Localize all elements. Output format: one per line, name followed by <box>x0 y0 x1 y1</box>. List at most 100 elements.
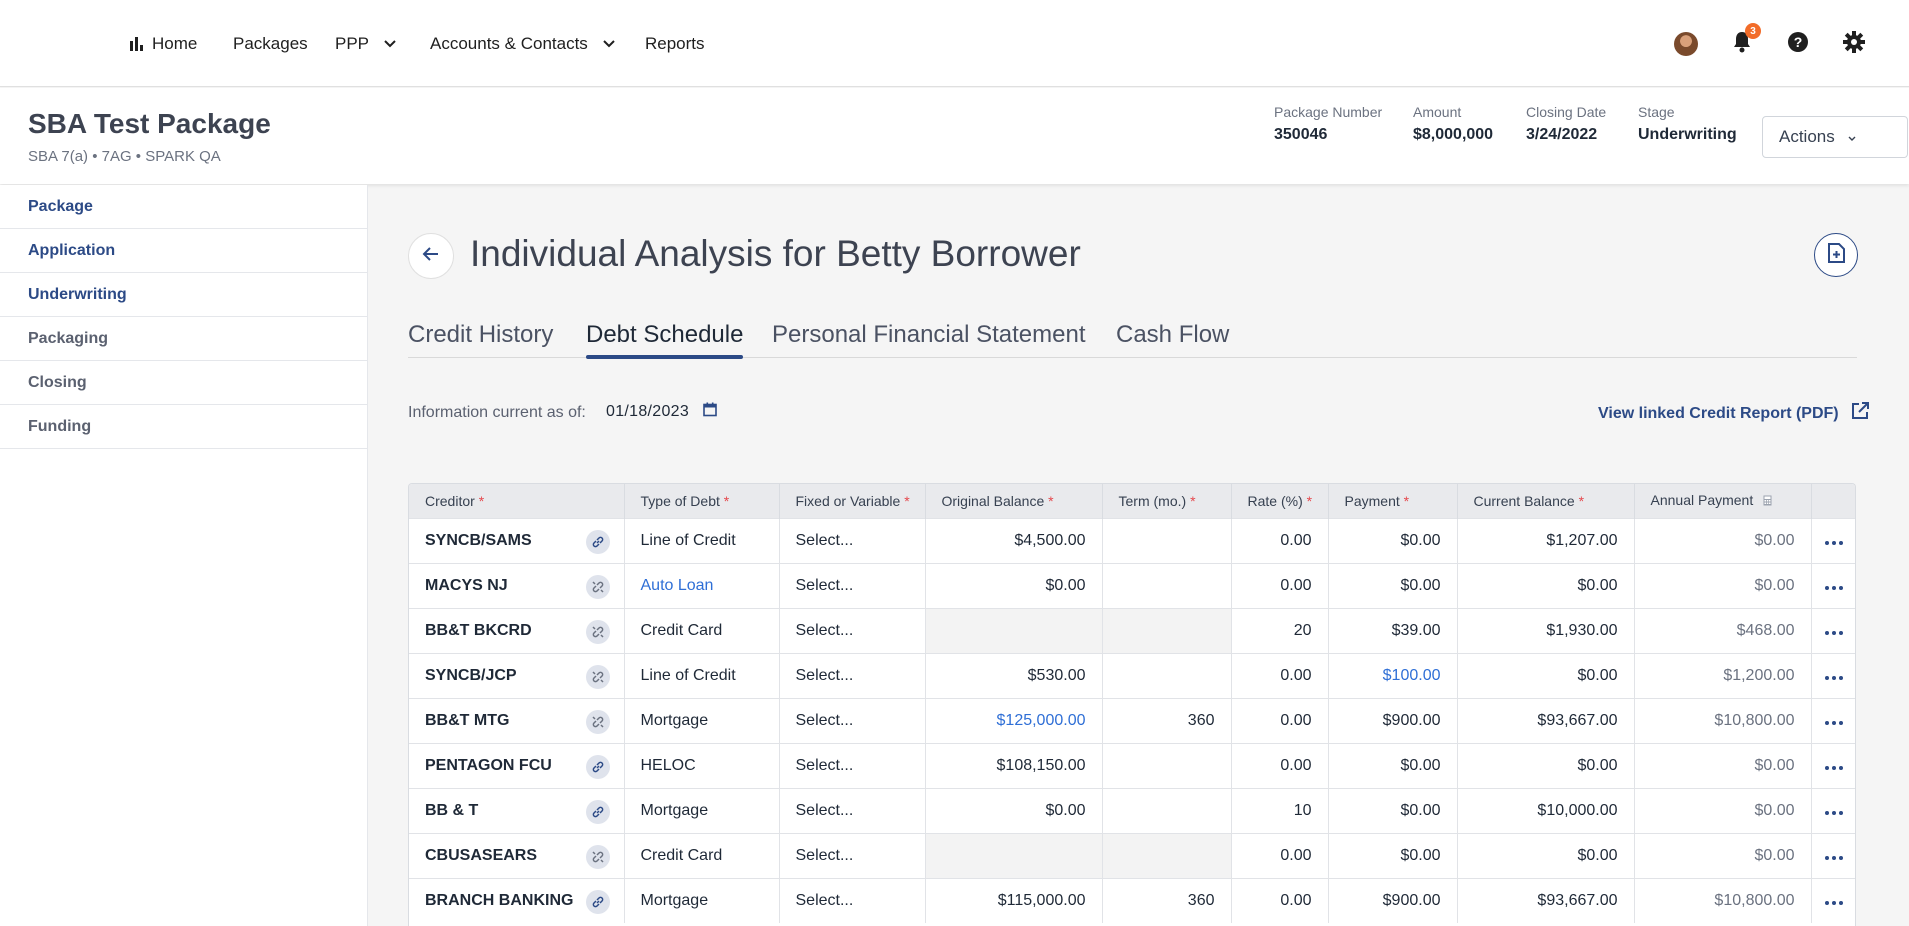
current-balance-cell[interactable]: $0.00 <box>1457 742 1635 788</box>
fixed-variable-select[interactable]: Select... <box>779 652 926 698</box>
creditor-cell[interactable]: CBUSASEARS <box>409 832 625 878</box>
fixed-variable-select[interactable]: Select... <box>779 562 926 608</box>
original-balance-cell[interactable]: $0.00 <box>925 562 1103 608</box>
term-cell[interactable] <box>1102 517 1232 563</box>
sidebar-item-packaging[interactable]: Packaging <box>0 317 367 361</box>
term-cell[interactable]: 360 <box>1102 877 1232 923</box>
unlink-icon[interactable] <box>585 709 610 734</box>
header-fixed-or-variable[interactable]: Fixed or Variable * <box>779 484 926 518</box>
nav-accounts-contacts[interactable]: Accounts & Contacts <box>430 33 616 55</box>
payment-cell[interactable]: $0.00 <box>1328 562 1458 608</box>
row-menu-button[interactable] <box>1811 607 1855 653</box>
sidebar-item-underwriting[interactable]: Underwriting <box>0 273 367 317</box>
back-button[interactable] <box>408 233 454 279</box>
unlink-icon[interactable] <box>585 574 610 599</box>
current-balance-cell[interactable]: $0.00 <box>1457 832 1635 878</box>
link-icon[interactable] <box>585 529 610 554</box>
rate-cell[interactable]: 0.00 <box>1231 652 1329 698</box>
payment-cell[interactable]: $900.00 <box>1328 877 1458 923</box>
term-cell[interactable] <box>1102 742 1232 788</box>
term-cell[interactable] <box>1102 562 1232 608</box>
term-cell[interactable]: 360 <box>1102 697 1232 743</box>
tab-credit-history[interactable]: Credit History <box>408 321 553 357</box>
current-balance-cell[interactable]: $0.00 <box>1457 562 1635 608</box>
row-menu-button[interactable] <box>1811 832 1855 878</box>
creditor-cell[interactable]: MACYS NJ <box>409 562 625 608</box>
nav-home[interactable]: Home <box>128 33 197 55</box>
creditor-cell[interactable]: BB&T BKCRD <box>409 607 625 653</box>
header-term[interactable]: Term (mo.) * <box>1102 484 1232 518</box>
header-payment[interactable]: Payment * <box>1328 484 1458 518</box>
user-avatar[interactable] <box>1673 31 1699 57</box>
rate-cell[interactable]: 20 <box>1231 607 1329 653</box>
current-balance-cell[interactable]: $0.00 <box>1457 652 1635 698</box>
rate-cell[interactable]: 0.00 <box>1231 832 1329 878</box>
type-of-debt-cell[interactable]: Line of Credit <box>624 652 780 698</box>
current-balance-cell[interactable]: $1,930.00 <box>1457 607 1635 653</box>
sidebar-item-closing[interactable]: Closing <box>0 361 367 405</box>
header-type-of-debt[interactable]: Type of Debt * <box>624 484 780 518</box>
creditor-cell[interactable]: SYNCB/JCP <box>409 652 625 698</box>
actions-button[interactable]: Actions <box>1762 116 1908 158</box>
creditor-cell[interactable]: BB&T MTG <box>409 697 625 743</box>
fixed-variable-select[interactable]: Select... <box>779 697 926 743</box>
row-menu-button[interactable] <box>1811 652 1855 698</box>
fixed-variable-select[interactable]: Select... <box>779 607 926 653</box>
rate-cell[interactable]: 0.00 <box>1231 742 1329 788</box>
link-icon[interactable] <box>585 889 610 914</box>
row-menu-button[interactable] <box>1811 517 1855 563</box>
type-of-debt-cell[interactable]: Auto Loan <box>624 562 780 608</box>
original-balance-cell[interactable]: $108,150.00 <box>925 742 1103 788</box>
row-menu-button[interactable] <box>1811 877 1855 923</box>
header-original-balance[interactable]: Original Balance * <box>925 484 1103 518</box>
link-icon[interactable] <box>585 754 610 779</box>
sidebar-item-funding[interactable]: Funding <box>0 405 367 449</box>
unlink-icon[interactable] <box>585 619 610 644</box>
type-of-debt-cell[interactable]: Mortgage <box>624 787 780 833</box>
payment-cell[interactable]: $0.00 <box>1328 787 1458 833</box>
current-balance-cell[interactable]: $10,000.00 <box>1457 787 1635 833</box>
info-date-field[interactable]: 01/18/2023 <box>606 402 717 422</box>
nav-packages[interactable]: Packages <box>233 33 308 55</box>
tab-cash-flow[interactable]: Cash Flow <box>1116 321 1229 357</box>
help-button[interactable]: ? <box>1785 31 1811 57</box>
header-rate[interactable]: Rate (%) * <box>1231 484 1329 518</box>
payment-cell[interactable]: $39.00 <box>1328 607 1458 653</box>
fixed-variable-select[interactable]: Select... <box>779 517 926 563</box>
original-balance-cell[interactable]: $0.00 <box>925 787 1103 833</box>
notifications-button[interactable]: 3 <box>1729 23 1761 57</box>
payment-cell[interactable]: $0.00 <box>1328 742 1458 788</box>
current-balance-cell[interactable]: $93,667.00 <box>1457 697 1635 743</box>
add-document-button[interactable] <box>1814 233 1858 277</box>
payment-cell[interactable]: $0.00 <box>1328 517 1458 563</box>
unlink-icon[interactable] <box>585 664 610 689</box>
row-menu-button[interactable] <box>1811 742 1855 788</box>
creditor-cell[interactable]: PENTAGON FCU <box>409 742 625 788</box>
original-balance-cell[interactable]: $115,000.00 <box>925 877 1103 923</box>
type-of-debt-cell[interactable]: HELOC <box>624 742 780 788</box>
type-of-debt-cell[interactable]: Mortgage <box>624 877 780 923</box>
fixed-variable-select[interactable]: Select... <box>779 877 926 923</box>
rate-cell[interactable]: 10 <box>1231 787 1329 833</box>
unlink-icon[interactable] <box>585 844 610 869</box>
sidebar-item-application[interactable]: Application <box>0 229 367 273</box>
creditor-cell[interactable]: BRANCH BANKING & TRUST <box>409 877 625 923</box>
fixed-variable-select[interactable]: Select... <box>779 832 926 878</box>
term-cell[interactable] <box>1102 787 1232 833</box>
payment-cell[interactable]: $100.00 <box>1328 652 1458 698</box>
rate-cell[interactable]: 0.00 <box>1231 517 1329 563</box>
fixed-variable-select[interactable]: Select... <box>779 787 926 833</box>
link-icon[interactable] <box>585 799 610 824</box>
creditor-cell[interactable]: SYNCB/SAMS <box>409 517 625 563</box>
term-cell[interactable] <box>1102 652 1232 698</box>
tab-debt-schedule[interactable]: Debt Schedule <box>586 321 744 359</box>
creditor-cell[interactable]: BB & T <box>409 787 625 833</box>
row-menu-button[interactable] <box>1811 697 1855 743</box>
nav-ppp[interactable]: PPP <box>335 33 397 55</box>
rate-cell[interactable]: 0.00 <box>1231 877 1329 923</box>
row-menu-button[interactable] <box>1811 562 1855 608</box>
rate-cell[interactable]: 0.00 <box>1231 697 1329 743</box>
type-of-debt-cell[interactable]: Credit Card <box>624 607 780 653</box>
sidebar-item-package[interactable]: Package <box>0 185 367 229</box>
payment-cell[interactable]: $900.00 <box>1328 697 1458 743</box>
